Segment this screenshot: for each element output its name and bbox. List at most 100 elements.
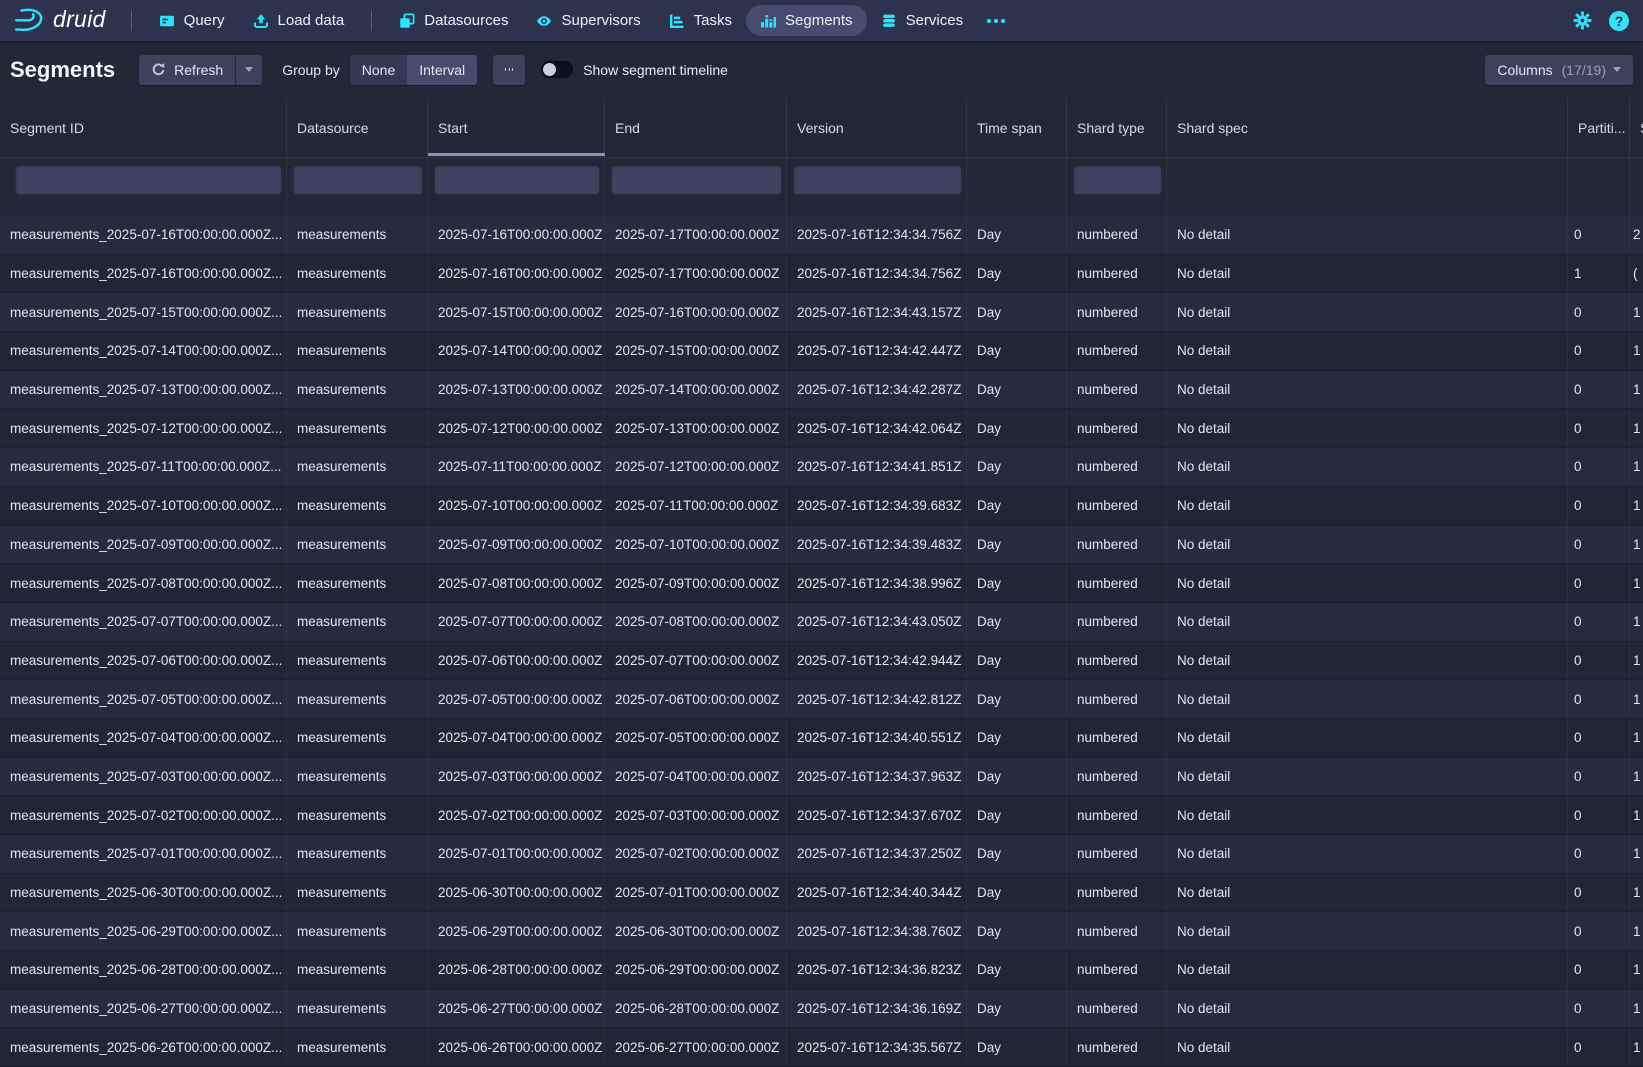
- group-by-interval-button[interactable]: Interval: [407, 55, 477, 85]
- table-row[interactable]: measurements_2025-07-15T00:00:00.000Z...…: [0, 293, 1643, 332]
- cell-partition: 0: [1568, 409, 1630, 447]
- cell-size: 1: [1630, 990, 1643, 1028]
- cell-version: 2025-07-16T12:34:42.812Z: [787, 680, 967, 718]
- table-row[interactable]: measurements_2025-06-29T00:00:00.000Z...…: [0, 912, 1643, 951]
- column-header-partition[interactable]: Partiti...: [1568, 98, 1630, 158]
- column-header-time-span[interactable]: Time span: [967, 98, 1067, 158]
- filter-input-end[interactable]: [611, 165, 782, 195]
- cell-segment-id: measurements_2025-07-03T00:00:00.000Z...: [0, 758, 287, 796]
- column-header-start[interactable]: Start: [428, 98, 605, 158]
- filter-input-start[interactable]: [434, 165, 600, 195]
- cell-partition: 1: [1568, 255, 1630, 293]
- segment-timeline-toggle[interactable]: [541, 61, 573, 78]
- cell-shard-type: numbered: [1067, 874, 1167, 912]
- filter-input-segment-id[interactable]: [15, 165, 282, 195]
- nav-item-load-data[interactable]: Load data: [239, 5, 359, 36]
- cell-start: 2025-07-04T00:00:00.000Z: [428, 719, 605, 757]
- table-row[interactable]: measurements_2025-07-11T00:00:00.000Z...…: [0, 448, 1643, 487]
- cell-shard-type: numbered: [1067, 758, 1167, 796]
- nav-more-icon[interactable]: [977, 19, 1015, 23]
- cell-segment-id: measurements_2025-06-29T00:00:00.000Z...: [0, 912, 287, 950]
- navbar: druid Query Load data Datasources Superv…: [0, 0, 1643, 41]
- query-icon: [159, 13, 175, 29]
- filter-cell: [1167, 158, 1568, 216]
- cell-time-span: Day: [967, 332, 1067, 370]
- columns-dropdown-button[interactable]: Columns(17/19): [1485, 55, 1633, 85]
- cell-shard-spec: No detail: [1167, 526, 1568, 564]
- column-header-size[interactable]: S: [1630, 98, 1643, 158]
- cell-datasource: measurements: [287, 796, 428, 834]
- table-row[interactable]: measurements_2025-07-04T00:00:00.000Z...…: [0, 719, 1643, 758]
- toolbar-more-button[interactable]: [493, 55, 525, 85]
- nav-item-segments[interactable]: Segments: [746, 5, 867, 36]
- filter-input-datasource[interactable]: [293, 165, 423, 195]
- filter-input-shard-type[interactable]: [1073, 165, 1162, 195]
- druid-logo[interactable]: druid: [0, 6, 118, 35]
- cell-segment-id: measurements_2025-07-16T00:00:00.000Z...: [0, 255, 287, 293]
- table-row[interactable]: measurements_2025-07-12T00:00:00.000Z...…: [0, 409, 1643, 448]
- cell-end: 2025-06-28T00:00:00.000Z: [605, 990, 787, 1028]
- cell-shard-spec: No detail: [1167, 912, 1568, 950]
- cell-size: 1: [1630, 487, 1643, 525]
- cell-shard-type: numbered: [1067, 371, 1167, 409]
- table-row[interactable]: measurements_2025-06-26T00:00:00.000Z...…: [0, 1028, 1643, 1067]
- table-row[interactable]: measurements_2025-07-16T00:00:00.000Z...…: [0, 255, 1643, 294]
- refresh-dropdown-button[interactable]: [236, 55, 262, 85]
- nav-item-label: Supervisors: [561, 12, 640, 29]
- table-row[interactable]: measurements_2025-06-30T00:00:00.000Z...…: [0, 874, 1643, 913]
- column-header-datasource[interactable]: Datasource: [287, 98, 428, 158]
- refresh-button[interactable]: Refresh: [139, 55, 236, 85]
- cell-version: 2025-07-16T12:34:37.250Z: [787, 835, 967, 873]
- cell-end: 2025-07-13T00:00:00.000Z: [605, 409, 787, 447]
- table-row[interactable]: measurements_2025-07-01T00:00:00.000Z...…: [0, 835, 1643, 874]
- column-header-segment-id[interactable]: Segment ID: [0, 98, 287, 158]
- gear-icon[interactable]: [1573, 11, 1592, 30]
- column-header-shard-spec[interactable]: Shard spec: [1167, 98, 1568, 158]
- table-row[interactable]: measurements_2025-06-28T00:00:00.000Z...…: [0, 951, 1643, 990]
- table-row[interactable]: measurements_2025-07-09T00:00:00.000Z...…: [0, 526, 1643, 565]
- table-row[interactable]: measurements_2025-07-02T00:00:00.000Z...…: [0, 796, 1643, 835]
- table-row[interactable]: measurements_2025-06-27T00:00:00.000Z...…: [0, 990, 1643, 1029]
- column-header-shard-type[interactable]: Shard type: [1067, 98, 1167, 158]
- cell-datasource: measurements: [287, 951, 428, 989]
- nav-item-label: Segments: [785, 12, 853, 29]
- cell-end: 2025-07-06T00:00:00.000Z: [605, 680, 787, 718]
- help-icon[interactable]: ?: [1609, 11, 1629, 31]
- cell-start: 2025-07-11T00:00:00.000Z: [428, 448, 605, 486]
- table-row[interactable]: measurements_2025-07-06T00:00:00.000Z...…: [0, 642, 1643, 681]
- nav-item-services[interactable]: Services: [867, 5, 978, 36]
- nav-item-supervisors[interactable]: Supervisors: [522, 5, 654, 36]
- table-row[interactable]: measurements_2025-07-03T00:00:00.000Z...…: [0, 758, 1643, 797]
- cell-time-span: Day: [967, 951, 1067, 989]
- nav-item-label: Load data: [278, 12, 345, 29]
- cell-segment-id: measurements_2025-07-06T00:00:00.000Z...: [0, 642, 287, 680]
- group-by-none-button[interactable]: None: [350, 55, 407, 85]
- cell-segment-id: measurements_2025-06-26T00:00:00.000Z...: [0, 1028, 287, 1066]
- table-row[interactable]: measurements_2025-07-08T00:00:00.000Z...…: [0, 564, 1643, 603]
- cell-shard-type: numbered: [1067, 564, 1167, 602]
- nav-item-datasources[interactable]: Datasources: [385, 5, 522, 36]
- column-header-version[interactable]: Version: [787, 98, 967, 158]
- cell-shard-type: numbered: [1067, 719, 1167, 757]
- cell-segment-id: measurements_2025-07-01T00:00:00.000Z...: [0, 835, 287, 873]
- nav-item-query[interactable]: Query: [145, 5, 239, 36]
- table-row[interactable]: measurements_2025-07-13T00:00:00.000Z...…: [0, 371, 1643, 410]
- table-row[interactable]: measurements_2025-07-14T00:00:00.000Z...…: [0, 332, 1643, 371]
- cell-size: (: [1630, 255, 1643, 293]
- cell-size: 1: [1630, 603, 1643, 641]
- cell-datasource: measurements: [287, 719, 428, 757]
- cell-partition: 0: [1568, 216, 1630, 254]
- filter-cell: [1568, 158, 1630, 216]
- filter-input-version[interactable]: [793, 165, 962, 195]
- table-row[interactable]: measurements_2025-07-10T00:00:00.000Z...…: [0, 487, 1643, 526]
- table-row[interactable]: measurements_2025-07-05T00:00:00.000Z...…: [0, 680, 1643, 719]
- nav-item-tasks[interactable]: Tasks: [655, 5, 746, 36]
- table-row[interactable]: measurements_2025-07-07T00:00:00.000Z...…: [0, 603, 1643, 642]
- column-header-end[interactable]: End: [605, 98, 787, 158]
- filter-cell: [287, 158, 428, 216]
- table-row[interactable]: measurements_2025-07-16T00:00:00.000Z...…: [0, 216, 1643, 255]
- cell-start: 2025-06-30T00:00:00.000Z: [428, 874, 605, 912]
- refresh-label: Refresh: [174, 62, 223, 78]
- cell-datasource: measurements: [287, 642, 428, 680]
- cell-partition: 0: [1568, 603, 1630, 641]
